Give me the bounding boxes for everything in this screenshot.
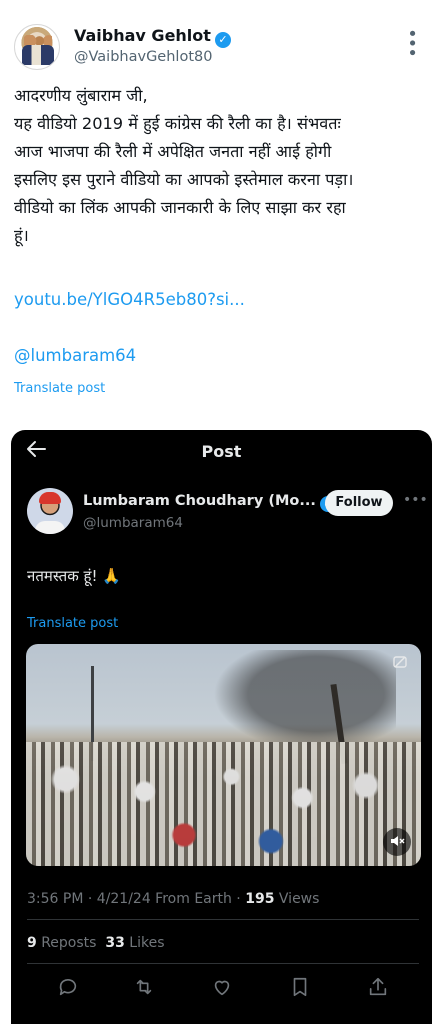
repost-icon[interactable] — [133, 976, 157, 1000]
more-icon[interactable]: ••• — [401, 28, 422, 57]
verified-badge-icon: ✓ — [214, 32, 231, 48]
author-name[interactable]: Vaibhav Gehlot ✓ — [74, 26, 231, 48]
tweet-text-line: वीडियो का लिंक आपकी जानकारी के लिए साझा … — [14, 198, 346, 217]
likes-label[interactable]: Likes — [125, 935, 164, 951]
post-meta: 3:56 PM · 4/21/24 From Earth · 195 Views — [27, 891, 319, 907]
follow-button[interactable]: Follow — [325, 490, 393, 516]
bookmark-icon[interactable] — [289, 976, 313, 1000]
embed-avatar[interactable] — [27, 488, 73, 534]
author-handle[interactable]: @VaibhavGehlot80 — [74, 49, 212, 65]
heart-icon[interactable] — [211, 976, 235, 1000]
tweet-text-line: इसलिए इस पुराने वीडियो का आपको इस्तेमाल … — [14, 170, 354, 189]
tweet-text-line: आज भाजपा की रैली में अपेक्षित जनता नहीं … — [14, 142, 332, 161]
reply-icon[interactable] — [57, 976, 81, 1000]
tweet-text-line: आदरणीय लुंबाराम जी, — [14, 86, 148, 105]
content-warning-icon[interactable] — [391, 654, 409, 670]
embed-post-text: नतमस्तक हूं! 🙏 — [27, 567, 121, 585]
video-thumbnail[interactable] — [26, 644, 421, 866]
tweet-link[interactable]: youtu.be/YlGO4R5eb80?si... — [14, 290, 245, 309]
embed-author-handle[interactable]: @lumbaram64 — [83, 515, 183, 531]
post-stats: 9 Reposts 33 Likes — [27, 935, 164, 951]
views-label: Views — [274, 891, 320, 907]
likes-count[interactable]: 33 — [105, 935, 124, 951]
divider — [27, 963, 419, 964]
embed-author-name[interactable]: Lumbaram Choudhary (Mo...✓ — [83, 493, 336, 512]
translate-post-link[interactable]: Translate post — [14, 381, 105, 396]
avatar[interactable] — [14, 24, 60, 70]
embedded-post-screenshot[interactable]: Post Lumbaram Choudhary (Mo...✓ @lumbara… — [11, 430, 432, 1024]
reposts-count[interactable]: 9 — [27, 935, 37, 951]
volume-muted-icon[interactable] — [383, 828, 411, 856]
tweet-text-line: हूं। — [14, 226, 29, 245]
tweet-text: आदरणीय लुंबाराम जी, यह वीडियो 2019 में ह… — [14, 82, 434, 250]
post-timestamp: 3:56 PM · 4/21/24 From Earth · — [27, 891, 246, 907]
share-icon[interactable] — [367, 976, 391, 1000]
more-icon[interactable]: ••• — [403, 492, 428, 508]
action-bar — [11, 976, 432, 1002]
tweet-text-line: यह वीडियो 2019 में हुई कांग्रेस की रैली … — [14, 114, 341, 133]
crowd-scene — [26, 741, 421, 866]
views-count: 195 — [245, 891, 275, 907]
tweet-mention[interactable]: @lumbaram64 — [14, 346, 136, 365]
reposts-label[interactable]: Reposts — [37, 935, 106, 951]
embed-header: Post — [11, 430, 432, 474]
author-name-text[interactable]: Vaibhav Gehlot — [74, 26, 211, 45]
embed-translate-post-link[interactable]: Translate post — [27, 616, 118, 631]
embed-header-title: Post — [201, 442, 242, 461]
embed-author-name-text[interactable]: Lumbaram Choudhary (Mo... — [83, 493, 316, 509]
divider — [27, 919, 419, 920]
tweet-author: Vaibhav Gehlot ✓ @VaibhavGehlot80 ••• — [14, 22, 422, 72]
